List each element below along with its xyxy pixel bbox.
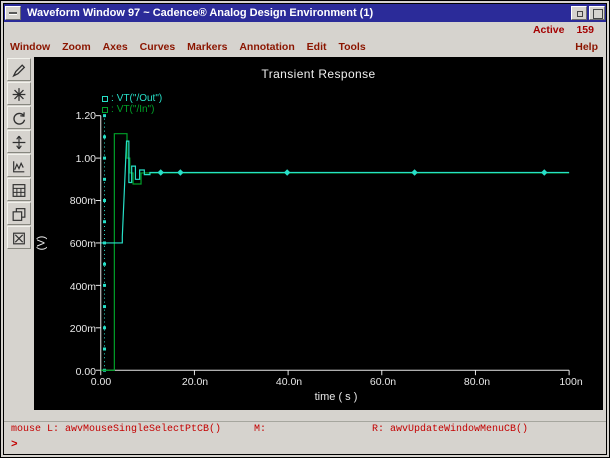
starburst-icon [12,88,26,101]
probe-icon [12,64,26,78]
window-title: Waveform Window 97 ~ Cadence® Analog Des… [27,7,374,19]
tool-column [4,57,34,410]
command-prompt[interactable]: > [4,438,606,453]
legend-label-in: VT("/In") [116,104,155,115]
redraw-icon [13,112,26,125]
x-tick-label: 80.0n [463,376,491,388]
subwindows-icon [12,208,26,221]
starburst-tool-button[interactable] [7,82,31,105]
y-tick-label: 200m [69,323,96,336]
main-area: Transient Response : VT("/Out") : VT("/I… [4,55,606,410]
subwindows-tool-button[interactable] [7,202,31,225]
x-tick-label: 40.0n [275,376,303,388]
probe-tool-button[interactable] [7,58,31,81]
y-tick-label: 1.20 [75,110,96,122]
menu-zoom[interactable]: Zoom [62,39,91,55]
strip-plot-icon [13,161,25,173]
plot-canvas[interactable]: Transient Response : VT("/Out") : VT("/I… [34,57,603,410]
maximize-icon [593,9,603,19]
legend-separator: : [111,93,114,104]
x-axis-label: time ( s ) [314,391,358,403]
active-count: 159 [576,24,594,36]
delete-box-icon [13,232,25,245]
y-tick-label: 600m [69,238,96,250]
x-tick-label: 100n [559,376,583,388]
strip-plot-tool-button[interactable] [7,154,31,177]
window-frame: Waveform Window 97 ~ Cadence® Analog Des… [3,3,607,455]
x-tick-label: 20.0n [181,376,209,388]
menubar: Help Window Zoom Axes Curves Markers Ann… [10,39,600,55]
x-tick-label: 60.0n [369,376,397,388]
series-in-swatch-icon [102,106,108,113]
menu-axes[interactable]: Axes [103,39,128,55]
window-menu-icon [9,12,17,14]
active-label: Active [532,24,565,36]
status-bar: mouse L: awvMouseSingleSelectPtCB() M: R… [4,421,606,437]
calculator-tool-button[interactable] [7,178,31,201]
mouse-right-binding: R: awvUpdateWindowMenuCB() [372,424,529,435]
prompt-symbol: > [11,439,18,451]
plot-title: Transient Response [261,67,376,81]
titlebar[interactable]: Waveform Window 97 ~ Cadence® Analog Des… [4,4,606,22]
redraw-tool-button[interactable] [7,106,31,129]
series-out-swatch-icon [102,95,108,102]
mouse-left-binding: mouse L: awvMouseSingleSelectPtCB() [11,424,222,435]
menu-markers[interactable]: Markers [187,39,227,55]
maximize-button[interactable] [589,6,605,20]
legend-separator: : [111,104,114,115]
menu-help[interactable]: Help [575,39,598,55]
window-menu-button[interactable] [5,6,21,20]
legend-label-out: VT("/Out") [116,93,163,104]
menu-annotation[interactable]: Annotation [239,39,294,55]
legend-item-in[interactable]: : VT("/In") [102,104,162,115]
mouse-middle-binding: M: [254,424,267,435]
menu-curves[interactable]: Curves [140,39,176,55]
x-tick-label: 0.00 [90,376,112,388]
y-tick-label: 1.00 [75,152,96,165]
y-tick-label: 800m [69,195,96,208]
menu-window[interactable]: Window [10,39,50,55]
active-indicator: Active 159 [533,23,594,37]
minimize-button[interactable] [571,6,587,20]
calculator-icon [12,184,26,197]
y-tick-label: 400m [69,280,96,293]
axes-range-icon [12,135,26,150]
axes-range-tool-button[interactable] [7,130,31,153]
menu-edit[interactable]: Edit [307,39,327,55]
waveform-window: Waveform Window 97 ~ Cadence® Analog Des… [0,0,610,458]
menu-tools[interactable]: Tools [338,39,365,55]
legend-item-out[interactable]: : VT("/Out") [102,93,162,104]
minimize-icon [577,11,583,17]
delete-box-tool-button[interactable] [7,226,31,249]
plot-legend: : VT("/Out") : VT("/In") [102,93,162,115]
